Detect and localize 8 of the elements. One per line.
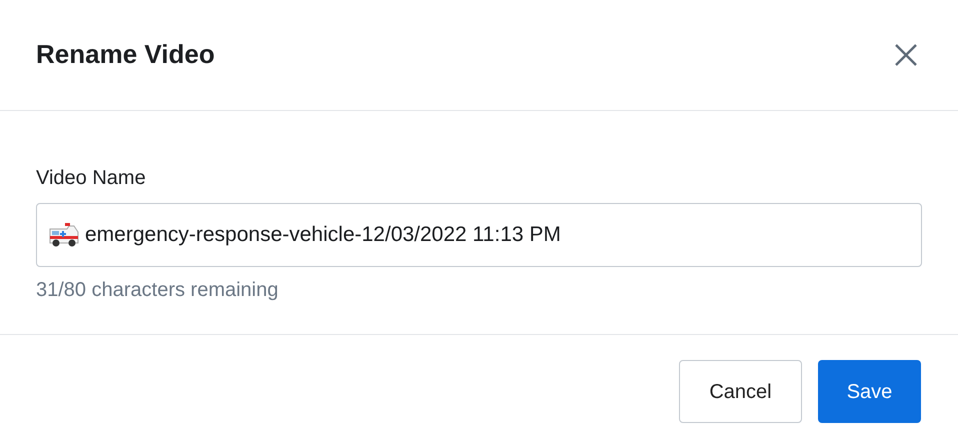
video-name-field[interactable]: emergency-response-vehicle-12/03/2022 11:13 PM bbox=[36, 203, 922, 267]
dialog-title: Rename Video bbox=[36, 39, 215, 71]
field-label: Video Name bbox=[36, 166, 147, 191]
cancel-button[interactable]: Cancel bbox=[679, 360, 802, 423]
save-button[interactable]: Save bbox=[818, 360, 921, 423]
close-icon bbox=[894, 42, 918, 67]
ambulance-icon bbox=[48, 221, 80, 249]
help-text: 31/80 characters remaining bbox=[36, 278, 280, 303]
